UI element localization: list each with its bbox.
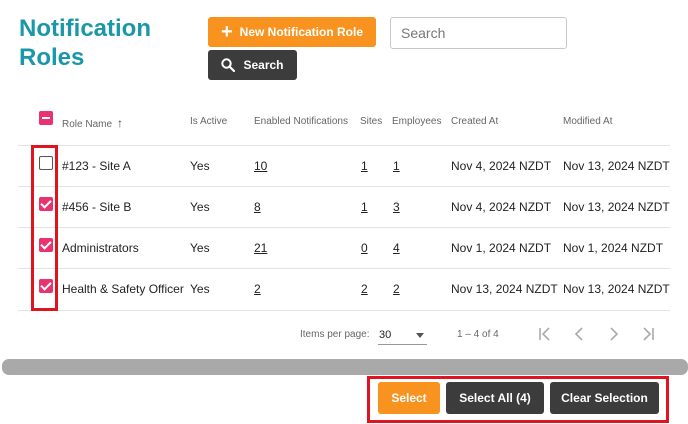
role-name-cell: Administrators xyxy=(62,241,139,255)
row-divider xyxy=(18,310,670,311)
sites-link[interactable]: 2 xyxy=(361,282,368,296)
search-icon xyxy=(221,58,236,72)
created-at-cell: Nov 1, 2024 NZDT xyxy=(451,241,552,255)
column-header-role-name[interactable]: Role Name ↑ xyxy=(62,116,123,130)
role-name-cell: Health & Safety Officer xyxy=(62,282,184,296)
created-at-cell: Nov 4, 2024 NZDT xyxy=(451,200,552,214)
created-at-cell: Nov 4, 2024 NZDT xyxy=(451,159,552,173)
is-active-cell: Yes xyxy=(190,159,210,173)
employees-link[interactable]: 3 xyxy=(393,200,400,214)
column-header-enabled-notifications: Enabled Notifications xyxy=(254,116,348,127)
enabled-notifications-link[interactable]: 2 xyxy=(254,282,261,296)
previous-page-icon xyxy=(574,327,583,341)
modified-at-cell: Nov 13, 2024 NZDT xyxy=(563,200,670,214)
search-button-label: Search xyxy=(243,58,284,72)
employees-link[interactable]: 4 xyxy=(393,241,400,255)
employees-link[interactable]: 2 xyxy=(393,282,400,296)
enabled-notifications-link[interactable]: 21 xyxy=(254,241,267,255)
sites-link[interactable]: 0 xyxy=(361,241,368,255)
is-active-cell: Yes xyxy=(190,241,210,255)
items-per-page-label: Items per page: xyxy=(300,329,370,340)
next-page-button[interactable] xyxy=(604,324,624,344)
items-per-page-value: 30 xyxy=(379,329,392,341)
role-name-cell: #123 - Site A xyxy=(62,159,131,173)
modified-at-cell: Nov 1, 2024 NZDT xyxy=(563,241,664,255)
previous-page-button[interactable] xyxy=(569,324,589,344)
items-per-page-select[interactable]: 30 xyxy=(378,325,427,345)
new-notification-role-button[interactable]: + New Notification Role xyxy=(208,17,376,47)
sort-ascending-icon: ↑ xyxy=(117,116,124,130)
column-header-created-at: Created At xyxy=(451,116,499,127)
employees-link[interactable]: 1 xyxy=(393,159,400,173)
role-name-cell: #456 - Site B xyxy=(62,200,132,214)
row-divider xyxy=(18,268,670,269)
new-notification-role-label: New Notification Role xyxy=(239,25,364,39)
next-page-icon xyxy=(610,327,619,341)
column-header-sites: Sites xyxy=(360,116,383,127)
plus-icon: + xyxy=(220,21,233,43)
horizontal-scrollbar[interactable] xyxy=(0,357,688,377)
search-button[interactable]: Search xyxy=(208,50,297,80)
select-all-button[interactable]: Select All (4) xyxy=(446,382,544,414)
created-at-cell: Nov 13, 2024 NZDT xyxy=(451,282,558,296)
row-divider xyxy=(18,186,670,187)
last-page-button[interactable] xyxy=(638,324,658,344)
page-title: Notification Roles xyxy=(19,15,151,71)
checkbox-column-highlight xyxy=(31,145,58,311)
header-divider xyxy=(18,145,670,146)
is-active-cell: Yes xyxy=(190,282,210,296)
select-all-checkbox[interactable] xyxy=(39,111,53,125)
page-range-label: 1 – 4 of 4 xyxy=(457,329,499,340)
last-page-icon xyxy=(643,327,654,341)
scrollbar-thumb[interactable] xyxy=(2,359,688,375)
modified-at-cell: Nov 13, 2024 NZDT xyxy=(563,159,670,173)
sites-link[interactable]: 1 xyxy=(361,159,368,173)
first-page-button[interactable] xyxy=(535,324,555,344)
enabled-notifications-link[interactable]: 8 xyxy=(254,200,261,214)
modified-at-cell: Nov 13, 2024 NZDT xyxy=(563,282,670,296)
select-button[interactable]: Select xyxy=(378,382,440,414)
is-active-cell: Yes xyxy=(190,200,210,214)
clear-selection-button[interactable]: Clear Selection xyxy=(550,382,659,414)
column-header-is-active: Is Active xyxy=(190,116,228,127)
sites-link[interactable]: 1 xyxy=(361,200,368,214)
column-header-modified-at: Modified At xyxy=(563,116,613,127)
first-page-icon xyxy=(539,327,550,341)
row-divider xyxy=(18,227,670,228)
dropdown-caret-icon xyxy=(416,333,424,338)
enabled-notifications-link[interactable]: 10 xyxy=(254,159,267,173)
column-header-employees: Employees xyxy=(392,116,442,127)
search-input[interactable] xyxy=(390,17,567,49)
